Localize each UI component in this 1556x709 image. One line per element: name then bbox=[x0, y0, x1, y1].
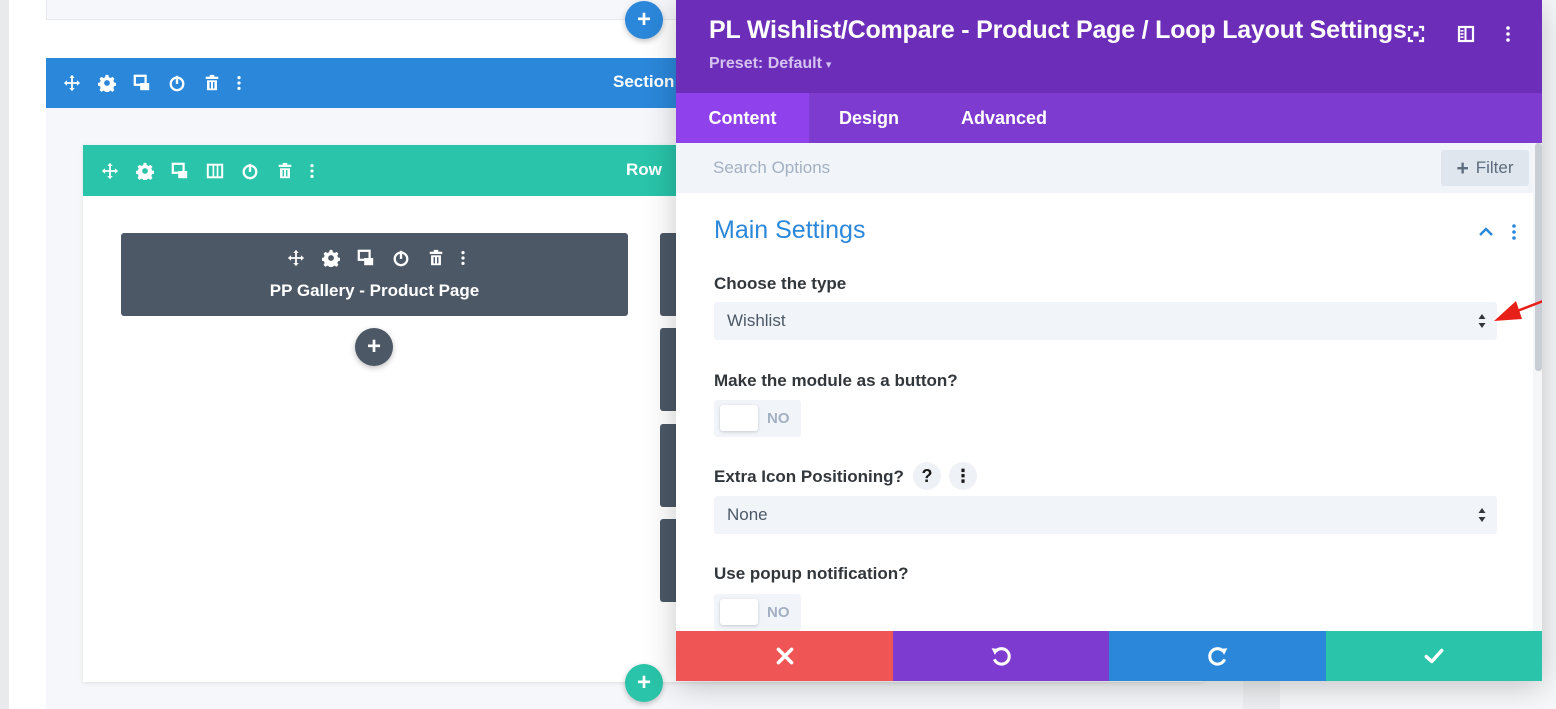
more-vertical-icon[interactable]: ⋮ bbox=[949, 462, 977, 490]
toggle-state: NO bbox=[767, 604, 790, 621]
help-icon[interactable]: ? bbox=[913, 462, 941, 490]
module-pp-gallery[interactable]: PP Gallery - Product Page bbox=[121, 233, 628, 316]
trash-icon[interactable] bbox=[194, 72, 229, 94]
power-icon[interactable] bbox=[159, 72, 194, 94]
more-vertical-icon[interactable] bbox=[302, 160, 322, 182]
gear-icon[interactable] bbox=[89, 72, 124, 94]
more-vertical-icon[interactable] bbox=[1498, 24, 1518, 44]
row-label: Row bbox=[626, 160, 662, 179]
trash-icon[interactable] bbox=[418, 247, 453, 269]
tab-bar: Content Design Advanced bbox=[676, 93, 1542, 143]
modal-header bbox=[676, 0, 1542, 93]
add-row-button[interactable]: + bbox=[625, 664, 663, 702]
select-arrows-icon bbox=[1478, 507, 1486, 523]
page-left-edge bbox=[0, 0, 9, 709]
toggle-group-title[interactable]: Main Settings bbox=[714, 216, 865, 245]
filter-label: Filter bbox=[1475, 158, 1514, 177]
module-toolbar bbox=[278, 247, 473, 269]
power-icon[interactable] bbox=[383, 247, 418, 269]
section-label: Section bbox=[613, 72, 675, 91]
columns-icon[interactable] bbox=[197, 160, 232, 182]
filter-button[interactable]: + Filter bbox=[1441, 150, 1529, 186]
modal-footer bbox=[676, 631, 1542, 681]
move-icon[interactable] bbox=[278, 247, 313, 269]
check-icon bbox=[1423, 645, 1445, 667]
sidebar-toggle-icon[interactable] bbox=[1456, 24, 1476, 44]
icon-positioning-select[interactable]: None bbox=[714, 496, 1497, 534]
search-options-input[interactable] bbox=[713, 158, 1313, 178]
preset-selector[interactable]: Preset: Default ▾ bbox=[709, 55, 831, 73]
duplicate-icon[interactable] bbox=[348, 247, 383, 269]
type-select[interactable]: Wishlist bbox=[714, 302, 1497, 340]
redo-icon bbox=[1207, 645, 1229, 667]
move-icon[interactable] bbox=[54, 72, 89, 94]
discard-button[interactable] bbox=[676, 631, 893, 681]
popup-toggle[interactable]: NO bbox=[714, 594, 801, 631]
modal-title: PL Wishlist/Compare - Product Page / Loo… bbox=[709, 16, 1407, 44]
redo-button[interactable] bbox=[1109, 631, 1326, 681]
field-label-popup: Use popup notification? bbox=[714, 564, 909, 583]
add-module-button[interactable]: + bbox=[355, 328, 393, 366]
module-title: PP Gallery - Product Page bbox=[269, 281, 480, 300]
undo-icon bbox=[990, 645, 1012, 667]
plus-icon: + bbox=[1456, 156, 1469, 180]
preset-label: Preset: Default bbox=[709, 55, 822, 72]
toggle-knob bbox=[720, 405, 758, 431]
tab-design[interactable]: Design bbox=[809, 93, 929, 143]
as-button-toggle[interactable]: NO bbox=[714, 400, 801, 437]
undo-button[interactable] bbox=[893, 631, 1109, 681]
more-vertical-icon[interactable] bbox=[453, 247, 473, 269]
chevron-up-icon[interactable] bbox=[1478, 224, 1494, 240]
select-arrows-icon bbox=[1478, 313, 1486, 329]
scrollbar-thumb[interactable] bbox=[1535, 143, 1542, 371]
power-icon[interactable] bbox=[232, 160, 267, 182]
move-icon[interactable] bbox=[92, 160, 127, 182]
save-button[interactable] bbox=[1326, 631, 1542, 681]
field-label-as-button: Make the module as a button? bbox=[714, 371, 958, 390]
gear-icon[interactable] bbox=[313, 247, 348, 269]
more-vertical-icon[interactable] bbox=[229, 72, 249, 94]
tab-content[interactable]: Content bbox=[676, 93, 809, 143]
type-select-value: Wishlist bbox=[727, 311, 786, 330]
trash-icon[interactable] bbox=[267, 160, 302, 182]
close-icon bbox=[774, 645, 796, 667]
caret-down-icon: ▾ bbox=[825, 59, 832, 71]
toggle-knob bbox=[720, 599, 758, 625]
toggle-state: NO bbox=[767, 410, 790, 427]
more-vertical-icon[interactable] bbox=[1508, 222, 1520, 242]
duplicate-icon[interactable] bbox=[162, 160, 197, 182]
tab-advanced[interactable]: Advanced bbox=[929, 93, 1079, 143]
add-section-button[interactable]: + bbox=[625, 1, 663, 39]
field-label-type: Choose the type bbox=[714, 274, 847, 293]
duplicate-icon[interactable] bbox=[124, 72, 159, 94]
icon-positioning-value: None bbox=[727, 505, 768, 524]
gear-icon[interactable] bbox=[127, 160, 162, 182]
search-bar: + Filter bbox=[676, 143, 1542, 193]
field-label-icon-positioning: Extra Icon Positioning? bbox=[714, 467, 904, 486]
expand-icon[interactable] bbox=[1406, 24, 1426, 44]
module-settings-modal: PL Wishlist/Compare - Product Page / Loo… bbox=[676, 0, 1542, 681]
